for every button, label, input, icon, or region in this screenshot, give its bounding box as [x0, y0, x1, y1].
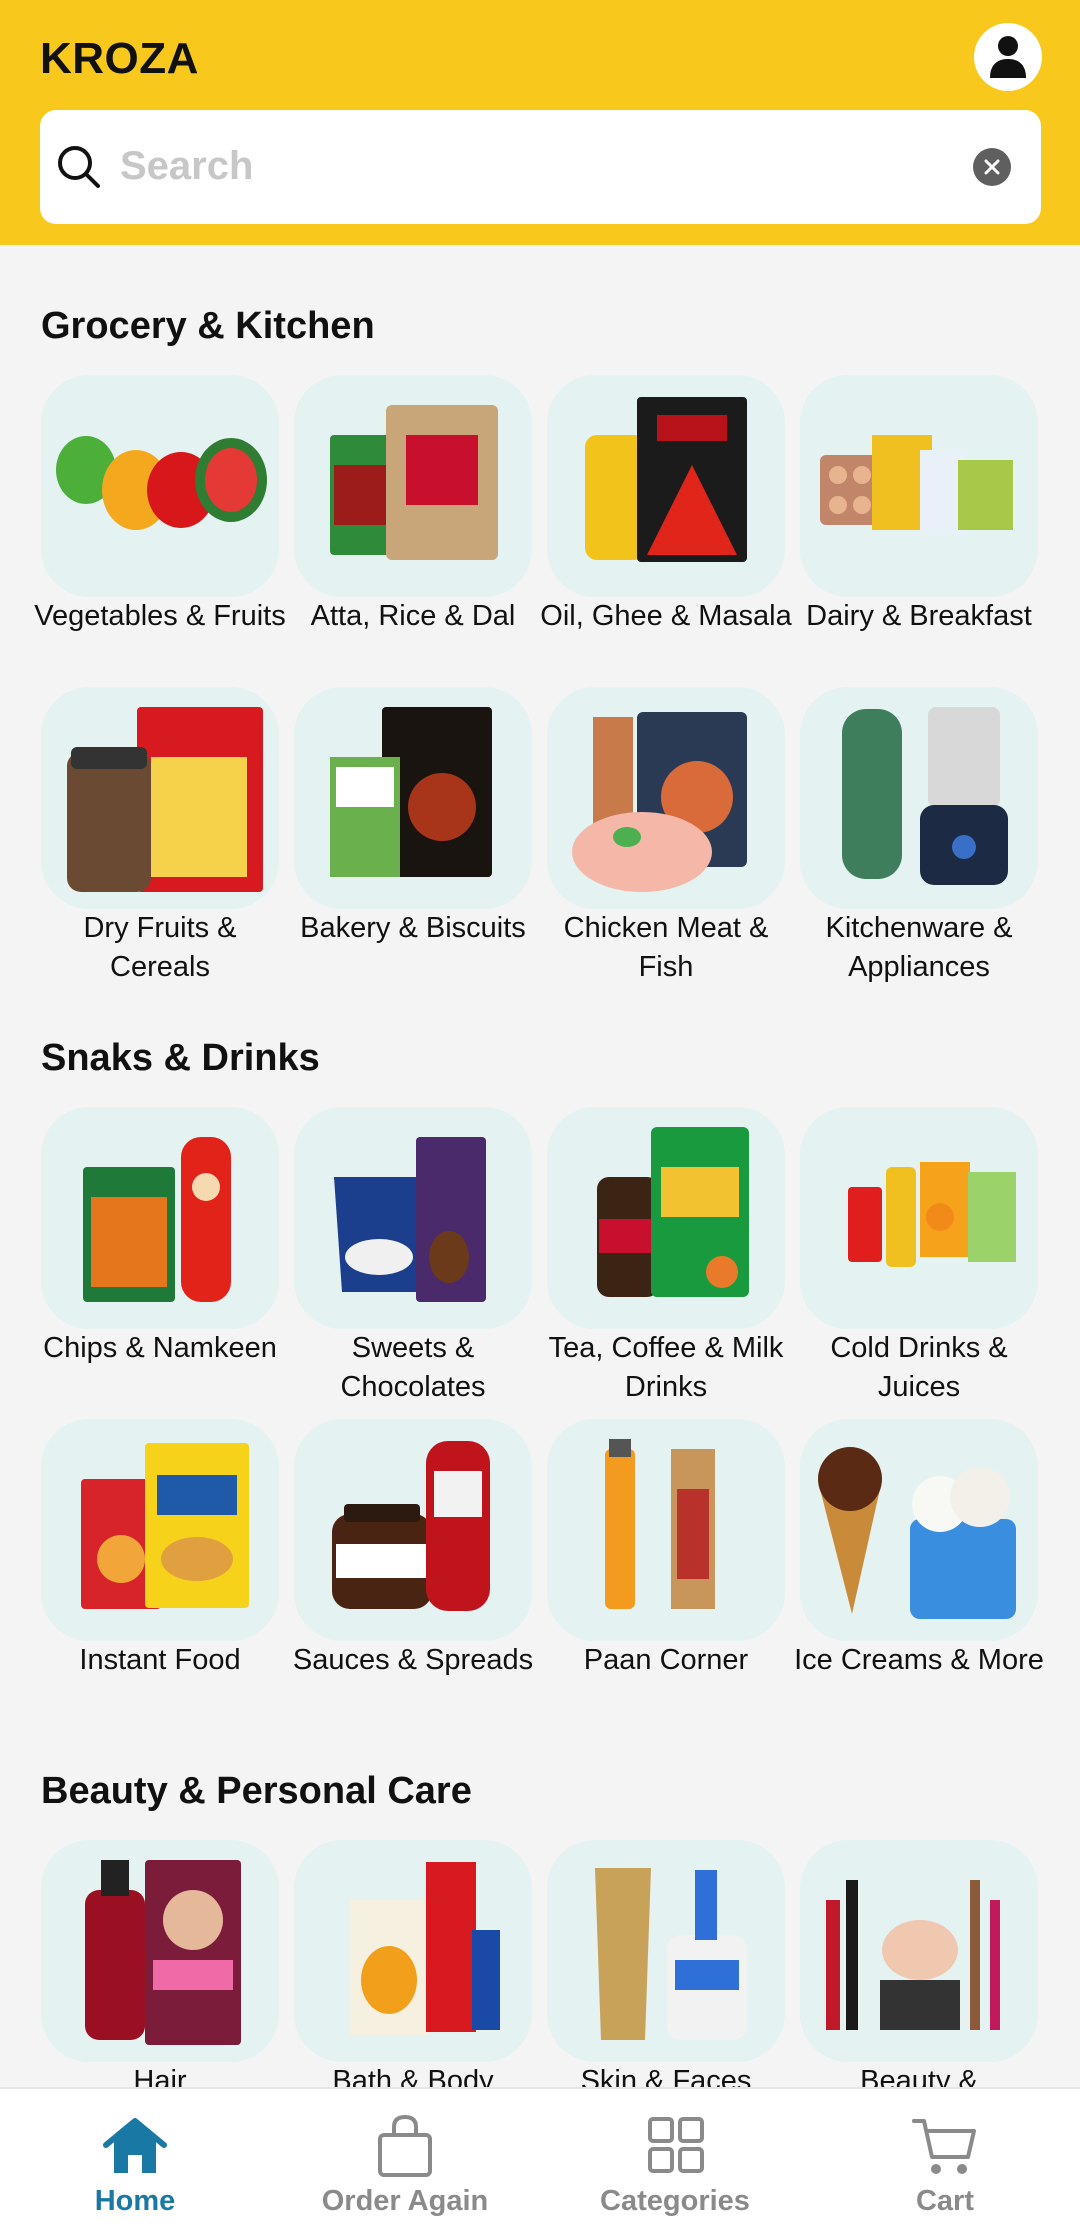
nav-cart[interactable]: Cart	[810, 2089, 1080, 2236]
user-icon	[990, 36, 1026, 78]
nav-order-again[interactable]: Order Again	[270, 2089, 540, 2236]
category-tile-chips-namkeen[interactable]	[41, 1107, 279, 1329]
dry-fruits-cereals-image	[67, 707, 263, 892]
clear-search-button[interactable]	[973, 148, 1011, 186]
category-label: Bakery & Biscuits	[300, 912, 526, 944]
sweets-chocolates-image	[334, 1137, 486, 1302]
shopping-bag-icon	[378, 2114, 432, 2177]
category-label: Kitchenware & Appliances	[825, 912, 1013, 983]
category-tile-tea-coffee-milk-drinks[interactable]	[547, 1107, 785, 1329]
category-label: Cold Drinks & Juices	[830, 1332, 1008, 1403]
category-label: Sauces & Spreads	[292, 1644, 534, 1676]
search-bar[interactable]: Search	[40, 110, 1041, 224]
beauty-image	[826, 1880, 1000, 2030]
vegetables-fruits-image	[56, 436, 267, 530]
category-tile-oil-ghee-masala[interactable]	[547, 375, 785, 597]
nav-label: Categories	[600, 2185, 750, 2217]
category-tile-kitchenware-appliances[interactable]	[800, 687, 1038, 909]
category-label: Dry Fruits & Cereals	[83, 912, 237, 983]
category-tile-vegetables-fruits[interactable]	[41, 375, 279, 597]
nav-label: Home	[94, 2185, 176, 2217]
section-title-beauty-personal-care: Beauty & Personal Care	[41, 1770, 472, 1812]
category-label: Dairy & Breakfast	[806, 600, 1032, 632]
close-icon	[984, 159, 1000, 175]
oil-ghee-masala-image	[585, 397, 747, 562]
tea-coffee-milk-drinks-image	[597, 1127, 749, 1297]
search-icon	[58, 146, 100, 188]
category-label: Beauty &	[860, 2065, 978, 2087]
category-label: Skin & Faces	[580, 2065, 752, 2087]
skin-faces-image	[595, 1868, 747, 2040]
app-header: KROZA Search	[0, 0, 1080, 245]
category-label: Chips & Namkeen	[43, 1332, 277, 1364]
category-tile-atta-rice-dal[interactable]	[294, 375, 532, 597]
category-label: Instant Food	[79, 1644, 241, 1676]
kitchenware-appliances-image	[842, 707, 1008, 885]
cold-drinks-juices-image	[848, 1162, 1016, 1267]
grid-icon	[648, 2117, 704, 2173]
category-tile-skin-faces[interactable]	[547, 1840, 785, 2062]
category-label: Ice Creams & More	[794, 1644, 1044, 1676]
category-label: Paan Corner	[583, 1644, 749, 1676]
bakery-biscuits-image	[330, 707, 492, 877]
category-tile-bakery-biscuits[interactable]	[294, 687, 532, 909]
ice-creams-more-image	[818, 1447, 1016, 1619]
category-tile-bath-body[interactable]	[294, 1840, 532, 2062]
home-icon	[103, 2118, 167, 2173]
nav-label: Order Again	[321, 2185, 489, 2217]
cart-icon	[912, 2119, 976, 2174]
category-label: Sweets & Chocolates	[340, 1332, 486, 1403]
category-tile-dry-fruits-cereals[interactable]	[41, 687, 279, 909]
paan-corner-image	[605, 1439, 715, 1609]
chicken-meat-fish-image	[572, 712, 747, 892]
category-label: Oil, Ghee & Masala	[540, 600, 792, 632]
bath-body-image	[350, 1862, 500, 2035]
search-input[interactable]: Search	[120, 144, 253, 189]
category-tile-chicken-meat-fish[interactable]	[547, 687, 785, 909]
instant-food-image	[81, 1443, 249, 1609]
nav-label: Cart	[915, 2185, 974, 2217]
section-title-grocery-kitchen: Grocery & Kitchen	[41, 305, 375, 347]
chips-namkeen-image	[83, 1137, 231, 1302]
home-content: Grocery & Kitchen Vegetables & Fruits At…	[0, 245, 1080, 2087]
nav-categories[interactable]: Categories	[540, 2089, 810, 2236]
category-label: Atta, Rice & Dal	[310, 600, 516, 632]
nav-home[interactable]: Home	[0, 2089, 270, 2236]
brand-logo: KROZA	[40, 34, 199, 83]
category-label: Bath & Body	[332, 2065, 494, 2087]
category-label: Tea, Coffee & Milk Drinks	[548, 1332, 784, 1403]
hair-image	[85, 1860, 241, 2045]
category-tile-beauty[interactable]	[800, 1840, 1038, 2062]
category-tile-dairy-breakfast[interactable]	[800, 375, 1038, 597]
section-title-snaks-drinks: Snaks & Drinks	[41, 1037, 320, 1079]
sauces-spreads-image	[332, 1441, 490, 1611]
category-tile-paan-corner[interactable]	[547, 1419, 785, 1641]
profile-button[interactable]	[974, 23, 1042, 91]
atta-rice-dal-image	[330, 405, 498, 560]
category-tile-hair[interactable]	[41, 1840, 279, 2062]
category-tile-sauces-spreads[interactable]	[294, 1419, 532, 1641]
category-label: Hair	[133, 2065, 187, 2087]
bottom-navigation: Home Order Again Categories Cart	[0, 2087, 1080, 2236]
category-tile-ice-creams-more[interactable]	[800, 1419, 1038, 1641]
category-label: Vegetables & Fruits	[34, 600, 286, 632]
category-tile-sweets-chocolates[interactable]	[294, 1107, 532, 1329]
category-tile-cold-drinks-juices[interactable]	[800, 1107, 1038, 1329]
dairy-breakfast-image	[820, 435, 1013, 535]
category-tile-instant-food[interactable]	[41, 1419, 279, 1641]
category-label: Chicken Meat & Fish	[563, 912, 769, 983]
